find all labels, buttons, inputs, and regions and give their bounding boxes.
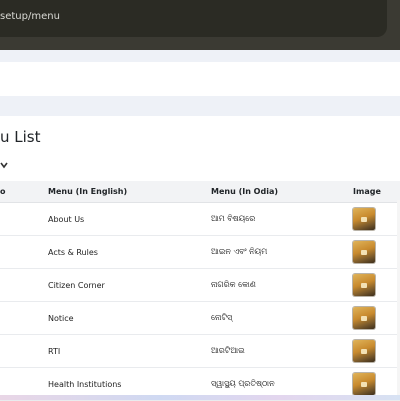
cell-image (353, 268, 400, 302)
table-row: Acts & Rules ଆଇନ ଏବଂ ନିୟମ (0, 235, 400, 269)
cell-odia: ନୋଟିସ୍ (211, 301, 353, 335)
cell-image (353, 202, 400, 236)
cell-english: Citizen Corner (48, 268, 211, 302)
menu-image-thumbnail[interactable] (353, 208, 375, 230)
taskbar-strip (0, 395, 400, 400)
cell-no (0, 301, 48, 335)
menu-image-thumbnail[interactable] (353, 241, 375, 263)
chevron-down-icon[interactable] (0, 157, 8, 173)
cell-no (0, 202, 48, 236)
column-header-english[interactable]: Menu (In English) (48, 181, 211, 203)
cell-image (353, 334, 400, 368)
menu-image-thumbnail[interactable] (353, 373, 375, 395)
cell-english: RTI (48, 334, 211, 368)
cell-no (0, 334, 48, 368)
menu-image-thumbnail[interactable] (353, 340, 375, 362)
cell-english: Acts & Rules (48, 235, 211, 269)
page-title: u List (0, 128, 41, 146)
table-row: Notice ନୋଟିସ୍ (0, 301, 400, 335)
column-header-no[interactable]: o (0, 181, 48, 203)
entries-length-select[interactable] (0, 157, 8, 173)
top-navbar (0, 62, 400, 96)
column-header-odia[interactable]: Menu (In Odia) (211, 181, 353, 203)
cell-image (353, 301, 400, 335)
cell-image (353, 235, 400, 269)
menu-image-thumbnail[interactable] (353, 307, 375, 329)
menu-table: o Menu (In English) Menu (In Odia) Image… (0, 181, 400, 401)
cell-english: Notice (48, 301, 211, 335)
cell-no (0, 268, 48, 302)
address-bar[interactable]: setup/menu (0, 0, 387, 37)
table-row: RTI ଆରଟିଆଇ (0, 334, 400, 368)
table-header-row: o Menu (In English) Menu (In Odia) Image (0, 181, 400, 203)
table-row: Citizen Corner ନାଗରିକ କୋଣ (0, 268, 400, 302)
table-row: About Us ଆମ ବିଷୟରେ (0, 202, 400, 236)
cell-odia: ଆରଟିଆଇ (211, 334, 353, 368)
cell-odia: ଆଇନ ଏବଂ ନିୟମ (211, 235, 353, 269)
column-header-image[interactable]: Image (353, 181, 400, 203)
browser-chrome: setup/menu (0, 0, 400, 50)
address-url[interactable]: setup/menu (0, 11, 60, 22)
cell-odia: ନାଗରିକ କୋଣ (211, 268, 353, 302)
cell-no (0, 235, 48, 269)
cell-odia: ଆମ ବିଷୟରେ (211, 202, 353, 236)
cell-english: About Us (48, 202, 211, 236)
menu-image-thumbnail[interactable] (353, 274, 375, 296)
